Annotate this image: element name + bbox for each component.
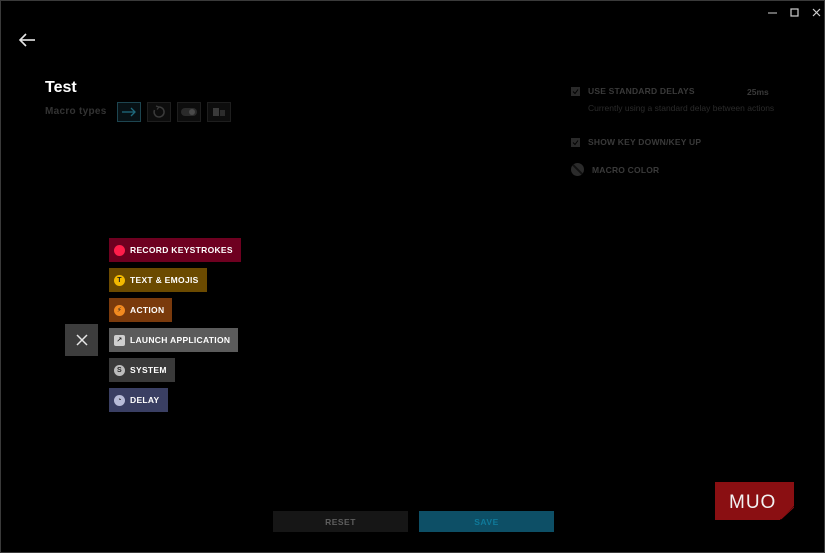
close-icon	[812, 8, 820, 16]
key-down-up-row[interactable]: SHOW KEY DOWN/KEY UP	[571, 137, 701, 147]
text-icon: T	[114, 274, 125, 286]
standard-delay-description: Currently using a standard delay between…	[588, 103, 775, 113]
menu-item-record-keystrokes[interactable]: RECORD KEYSTROKES	[109, 238, 241, 262]
check-icon	[572, 88, 579, 94]
menu-item-label: RECORD KEYSTROKES	[130, 245, 233, 255]
minimize-button[interactable]	[762, 5, 782, 19]
save-button[interactable]: SAVE	[419, 511, 554, 532]
maximize-button[interactable]	[784, 5, 804, 19]
menu-item-action[interactable]: ⚡ ACTION	[109, 298, 173, 322]
menu-item-label: SYSTEM	[130, 365, 167, 375]
arrow-right-icon	[122, 107, 136, 117]
macro-title: Test	[45, 79, 77, 96]
standard-delays-checkbox[interactable]	[571, 86, 580, 96]
macro-editor-window: Test Macro types USE STANDARD DELAYS 25m…	[0, 0, 825, 553]
svg-text:MUO: MUO	[729, 492, 776, 513]
reset-button[interactable]: RESET	[273, 511, 408, 532]
maximize-icon	[789, 7, 799, 17]
menu-item-launch-application[interactable]: ↗ LAUNCH APPLICATION	[109, 328, 239, 352]
close-icon	[75, 334, 88, 346]
macro-types-label: Macro types	[45, 106, 107, 117]
menu-item-label: TEXT & EMOJIS	[130, 275, 199, 285]
clock-icon: ◔	[114, 394, 125, 406]
check-icon	[572, 139, 579, 145]
launch-icon: ↗	[114, 334, 125, 346]
menu-item-label: ACTION	[130, 305, 165, 315]
arrow-left-icon	[18, 33, 35, 47]
sequence-icon	[213, 108, 225, 116]
menu-item-text-emojis[interactable]: T TEXT & EMOJIS	[109, 268, 207, 292]
key-down-up-checkbox[interactable]	[571, 137, 580, 147]
menu-item-delay[interactable]: ◔ DELAY	[109, 388, 168, 412]
muo-logo: MUO	[715, 482, 794, 520]
macro-color-swatch[interactable]	[571, 163, 584, 176]
record-icon	[114, 244, 125, 256]
macro-type-sequence[interactable]	[207, 102, 231, 122]
macro-type-toggle[interactable]	[177, 102, 201, 122]
macro-type-repeat-while-holding[interactable]	[147, 102, 171, 122]
key-down-up-label: SHOW KEY DOWN/KEY UP	[588, 137, 702, 147]
back-button[interactable]	[15, 29, 39, 51]
standard-delays-row[interactable]: USE STANDARD DELAYS	[571, 86, 695, 96]
lightning-icon: ⚡	[114, 304, 125, 316]
menu-item-system[interactable]: S SYSTEM	[109, 358, 175, 382]
minimize-icon	[767, 12, 777, 13]
close-menu-button[interactable]	[65, 324, 98, 356]
menu-item-label: DELAY	[130, 395, 160, 405]
repeat-icon	[153, 105, 165, 118]
macro-color-label: MACRO COLOR	[592, 164, 660, 175]
standard-delays-label: USE STANDARD DELAYS	[588, 86, 695, 96]
macro-color-row[interactable]: MACRO COLOR	[571, 163, 659, 176]
system-icon: S	[114, 364, 125, 376]
close-window-button[interactable]	[806, 5, 824, 19]
standard-delay-value: 25ms	[747, 87, 769, 97]
toggle-icon	[181, 108, 197, 116]
macro-type-no-repeat[interactable]	[117, 102, 141, 122]
menu-item-label: LAUNCH APPLICATION	[130, 335, 231, 345]
